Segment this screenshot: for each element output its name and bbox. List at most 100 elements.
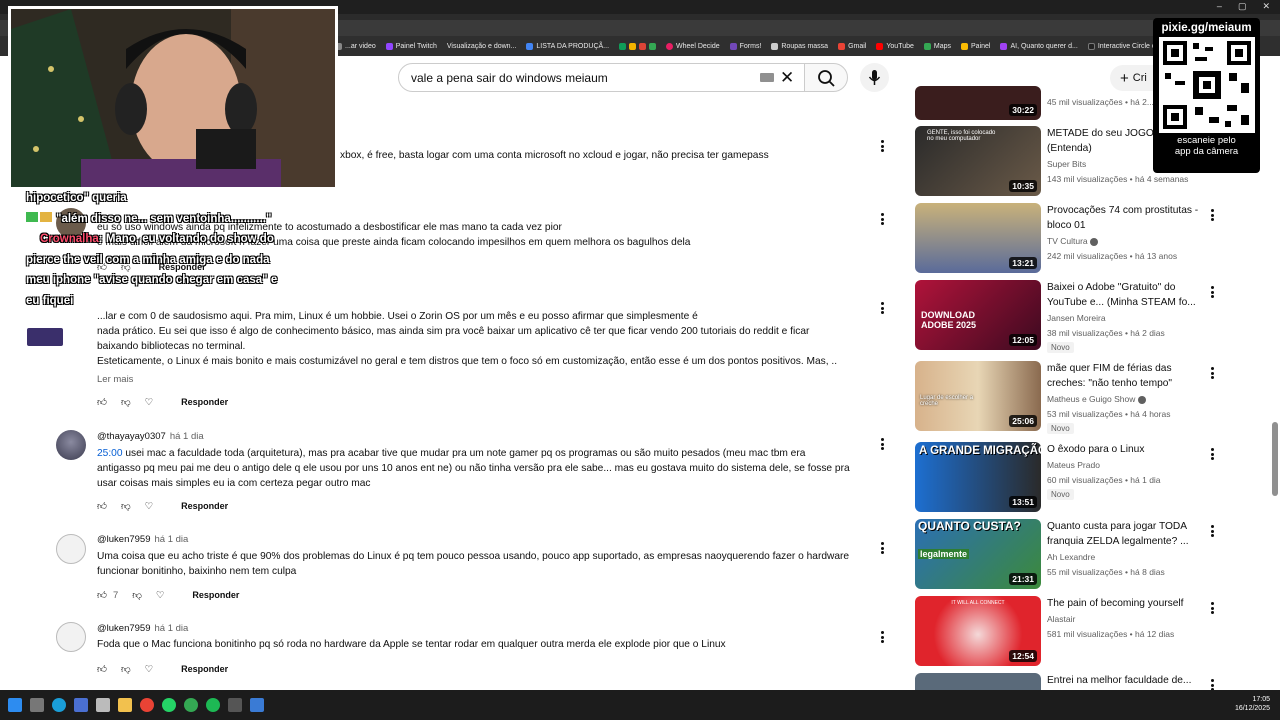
channel-name: Mateus Prado bbox=[1047, 460, 1100, 470]
bookmark[interactable]: LISTA DA PRODUÇÃ... bbox=[526, 42, 609, 50]
bookmark[interactable]: YouTube bbox=[876, 42, 914, 50]
folder-icon[interactable] bbox=[118, 698, 132, 712]
video-menu-icon[interactable] bbox=[1207, 207, 1217, 223]
keyboard-icon[interactable] bbox=[760, 73, 774, 82]
chat-message: "além disso ne... sem ventoinha.........… bbox=[26, 209, 286, 230]
bookmark[interactable]: AI, Quanto querer d... bbox=[1000, 42, 1078, 50]
video-thumbnail[interactable]: 13:21 bbox=[915, 203, 1041, 273]
like-icon[interactable]: 👍︎ bbox=[97, 663, 107, 675]
reply-button[interactable]: Responder bbox=[192, 590, 239, 600]
recommended-video[interactable]: Entrei na melhor faculdade de... bbox=[915, 673, 1215, 690]
video-menu-icon[interactable] bbox=[1207, 600, 1217, 616]
dislike-icon[interactable]: 👎︎ bbox=[121, 396, 131, 408]
qr-hint: escaneie pelo app da câmera bbox=[1174, 135, 1239, 157]
video-thumbnail[interactable]: A GRANDE MIGRAÇÃO 13:51 bbox=[915, 442, 1041, 512]
maximize-icon[interactable]: ▢ bbox=[1238, 1, 1247, 12]
search-input[interactable]: vale a pena sair do windows meiaum bbox=[398, 63, 805, 92]
video-menu-icon[interactable] bbox=[1207, 365, 1217, 381]
video-title: The pain of becoming yourself bbox=[1047, 598, 1184, 609]
windows-start-icon[interactable] bbox=[8, 698, 22, 712]
video-menu-icon[interactable] bbox=[1207, 284, 1217, 300]
app-icon bbox=[619, 42, 627, 50]
bookmark[interactable]: Painel bbox=[961, 42, 990, 50]
chrome-icon[interactable] bbox=[140, 698, 154, 712]
video-menu-icon[interactable] bbox=[1207, 446, 1217, 462]
video-meta: 60 mil visualizações • há 1 dia bbox=[1047, 475, 1161, 485]
clear-search-icon[interactable]: ✕ bbox=[780, 68, 794, 88]
like-icon[interactable]: 👍︎ bbox=[97, 589, 107, 601]
comment-author: @luken7959 há 1 dia bbox=[97, 623, 188, 634]
search-button[interactable] bbox=[804, 63, 848, 92]
app-icon bbox=[639, 42, 647, 50]
video-thumbnail[interactable]: DOWNLOAD ADOBE 2025 12:05 bbox=[915, 280, 1041, 350]
recommended-video[interactable]: IT WILL ALL CONNECT 12:54 The pain of bec… bbox=[915, 596, 1215, 666]
video-menu-icon[interactable] bbox=[1207, 523, 1217, 539]
recommended-video[interactable]: Lugar de escolher a creche 25:06 mãe quer… bbox=[915, 361, 1217, 434]
bookmark[interactable]: Painel Twitch bbox=[385, 42, 437, 50]
video-thumbnail[interactable]: 30:22 bbox=[915, 86, 1041, 120]
bookmark[interactable]: Maps bbox=[923, 42, 951, 50]
app-icon[interactable] bbox=[250, 698, 264, 712]
author-handle[interactable]: @thayayay0307 bbox=[97, 431, 166, 442]
page-scrollbar[interactable] bbox=[1272, 422, 1278, 496]
store-icon[interactable] bbox=[74, 698, 88, 712]
whatsapp-icon[interactable] bbox=[162, 698, 176, 712]
spotify-icon[interactable] bbox=[206, 698, 220, 712]
edge-icon[interactable] bbox=[52, 698, 66, 712]
dislike-icon[interactable]: 👎︎ bbox=[132, 589, 142, 601]
youtube-icon bbox=[876, 42, 884, 50]
heart-icon[interactable]: ♡ bbox=[145, 397, 154, 408]
video-meta: 143 mil visualizações • há 4 semanas bbox=[1047, 174, 1189, 184]
avatar[interactable] bbox=[27, 328, 63, 346]
reply-button[interactable]: Responder bbox=[181, 397, 228, 407]
app-icon[interactable] bbox=[96, 698, 110, 712]
bookmark[interactable]: Forms! bbox=[729, 42, 761, 50]
video-thumbnail[interactable]: GENTE, isso foi colocado no meu computad… bbox=[915, 126, 1041, 196]
video-thumbnail[interactable]: QUANTO CUSTA? legalmente 21:31 bbox=[915, 519, 1041, 589]
recommended-video[interactable]: A GRANDE MIGRAÇÃO 13:51 O êxodo para o Li… bbox=[915, 442, 1215, 512]
like-icon[interactable]: 👍︎ bbox=[97, 396, 107, 408]
heart-icon[interactable]: ♡ bbox=[145, 664, 154, 675]
video-thumbnail[interactable]: Lugar de escolher a creche 25:06 bbox=[915, 361, 1041, 431]
taskbar-clock[interactable]: 17:05 16/12/2025 bbox=[1235, 695, 1270, 713]
dislike-icon[interactable]: 👎︎ bbox=[121, 500, 131, 512]
comment-menu-icon[interactable] bbox=[877, 436, 887, 452]
video-timestamp-link[interactable]: 25:00 bbox=[97, 448, 123, 459]
video-duration: 30:22 bbox=[1009, 104, 1037, 116]
heart-icon[interactable]: ♡ bbox=[156, 590, 165, 601]
bookmark[interactable]: Visualização e down... bbox=[447, 43, 517, 50]
voice-search-button[interactable] bbox=[860, 63, 889, 92]
video-thumbnail[interactable]: IT WILL ALL CONNECT 12:54 bbox=[915, 596, 1041, 666]
reply-button[interactable]: Responder bbox=[181, 501, 228, 511]
app-icon[interactable] bbox=[184, 698, 198, 712]
video-menu-icon[interactable] bbox=[1207, 677, 1215, 690]
comment-menu-icon[interactable] bbox=[877, 300, 887, 316]
author-handle[interactable]: @luken7959 bbox=[97, 623, 151, 634]
bookmark[interactable]: Roupas massa bbox=[771, 42, 828, 50]
recommended-video[interactable]: QUANTO CUSTA? legalmente 21:31 Quanto cust… bbox=[915, 519, 1215, 589]
bookmark[interactable]: Gmail bbox=[838, 42, 866, 50]
bookmark[interactable]: ...ar video bbox=[335, 42, 376, 50]
avatar[interactable] bbox=[56, 622, 86, 652]
dislike-icon[interactable]: 👎︎ bbox=[121, 663, 131, 675]
bookmark-icons[interactable] bbox=[619, 42, 657, 50]
comment-menu-icon[interactable] bbox=[877, 211, 887, 227]
minimize-icon[interactable]: – bbox=[1217, 1, 1222, 12]
close-icon[interactable]: ✕ bbox=[1262, 1, 1270, 12]
comment-menu-icon[interactable] bbox=[877, 540, 887, 556]
avatar[interactable] bbox=[56, 534, 86, 564]
comment-menu-icon[interactable] bbox=[877, 629, 887, 645]
reply-button[interactable]: Responder bbox=[181, 664, 228, 674]
like-icon[interactable]: 👍︎ bbox=[97, 500, 107, 512]
recommended-video[interactable]: DOWNLOAD ADOBE 2025 12:05 Baixei o Adobe … bbox=[915, 280, 1217, 353]
recommended-video[interactable]: 13:21 Provocações 74 com prostitutas - b… bbox=[915, 203, 1215, 273]
app-icon[interactable] bbox=[228, 698, 242, 712]
comment-menu-icon[interactable] bbox=[877, 138, 887, 154]
avatar[interactable] bbox=[56, 430, 86, 460]
heart-icon[interactable]: ♡ bbox=[145, 501, 154, 512]
author-handle[interactable]: @luken7959 bbox=[97, 534, 151, 545]
video-thumbnail[interactable] bbox=[915, 673, 1041, 690]
bookmark[interactable]: Wheel Decide bbox=[666, 42, 720, 50]
task-view-icon[interactable] bbox=[30, 698, 44, 712]
read-more-link[interactable]: Ler mais bbox=[97, 374, 133, 385]
